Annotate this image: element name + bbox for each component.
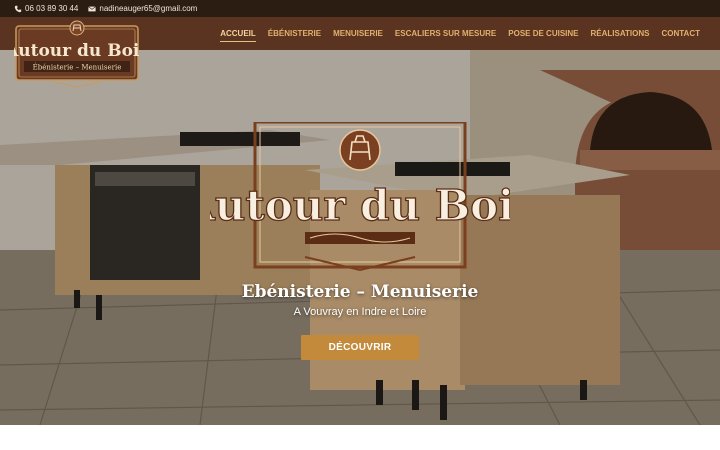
- discover-button[interactable]: Découvrir: [301, 335, 419, 360]
- envelope-icon: [88, 5, 97, 11]
- logo-subtitle: Ébénisterie – Menuiserie: [33, 63, 122, 72]
- hero-section: Autour du Bois Ebénisterie – Menuiserie …: [0, 50, 720, 425]
- nav-accueil[interactable]: Accueil: [220, 25, 256, 42]
- nav-realisations[interactable]: Réalisations: [591, 25, 650, 42]
- logo-title: Autour du Bois: [14, 41, 140, 61]
- hero-subtitle: Ebénisterie – Menuiserie: [241, 282, 479, 302]
- nav-ebenisterie[interactable]: Ébénisterie: [268, 25, 321, 42]
- phone-icon: [14, 5, 22, 12]
- content-strip: [0, 425, 720, 450]
- site-logo[interactable]: Autour du Bois Ébénisterie – Menuiserie: [14, 20, 140, 90]
- email-contact[interactable]: nadineauger65@gmail.com: [88, 4, 197, 13]
- phone-contact[interactable]: 06 03 89 30 44: [14, 4, 78, 13]
- nav-escaliers[interactable]: Escaliers sur mesure: [395, 25, 496, 42]
- phone-number: 06 03 89 30 44: [25, 4, 79, 13]
- main-nav: Accueil Ébénisterie Menuiserie Escaliers…: [220, 17, 700, 50]
- nav-contact[interactable]: Contact: [661, 25, 700, 42]
- hero-location: A Vouvray en Indre et Loire: [293, 306, 427, 318]
- top-bar: 06 03 89 30 44 nadineauger65@gmail.com: [0, 0, 720, 17]
- email-address: nadineauger65@gmail.com: [99, 4, 198, 13]
- hero-logo-title: Autour du Bois: [210, 181, 510, 230]
- hero-logo: Autour du Bois: [210, 122, 510, 272]
- nav-menuiserie[interactable]: Menuiserie: [333, 25, 383, 42]
- nav-pose-cuisine[interactable]: Pose de cuisine: [508, 25, 578, 42]
